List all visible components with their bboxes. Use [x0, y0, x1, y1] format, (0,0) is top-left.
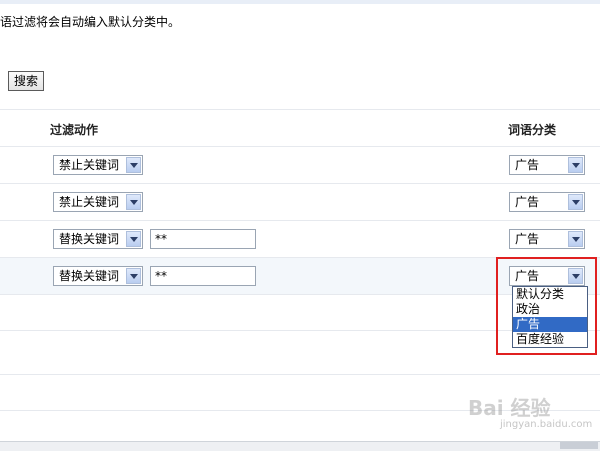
- action-select[interactable]: 禁止关键词: [53, 155, 143, 175]
- replacement-input[interactable]: **: [150, 229, 256, 249]
- action-select-value: 替换关键词: [59, 232, 120, 246]
- category-select[interactable]: 广告: [509, 229, 585, 249]
- category-select[interactable]: 广告: [509, 155, 585, 175]
- top-bar: [0, 0, 600, 4]
- chevron-down-icon[interactable]: [126, 157, 141, 173]
- chevron-down-icon[interactable]: [568, 231, 583, 247]
- category-select-value: 广告: [515, 158, 540, 172]
- category-select[interactable]: 广告: [509, 192, 585, 212]
- column-header-category: 词语分类: [508, 123, 557, 137]
- search-button[interactable]: 搜索: [8, 71, 44, 91]
- filter-notice: 语过滤将会自动编入默认分类中。: [0, 15, 181, 29]
- column-header-action: 过滤动作: [50, 123, 99, 137]
- replacement-input[interactable]: **: [150, 266, 256, 286]
- action-select[interactable]: 禁止关键词: [53, 192, 143, 212]
- divider: [0, 146, 600, 147]
- category-select-value: 广告: [515, 195, 540, 209]
- action-select-value: 禁止关键词: [59, 158, 120, 172]
- chevron-down-icon[interactable]: [126, 268, 141, 284]
- chevron-down-icon[interactable]: [568, 157, 583, 173]
- annotation-highlight-box: [496, 257, 597, 355]
- chevron-down-icon[interactable]: [126, 194, 141, 210]
- divider: [0, 183, 600, 184]
- chevron-down-icon[interactable]: [126, 231, 141, 247]
- scrollbar-thumb[interactable]: [560, 442, 598, 449]
- watermark-logo: Bai 经验: [468, 396, 551, 420]
- action-select-value: 替换关键词: [59, 269, 120, 283]
- chevron-down-icon[interactable]: [568, 194, 583, 210]
- action-select-value: 禁止关键词: [59, 195, 120, 209]
- divider: [0, 109, 600, 110]
- action-select[interactable]: 替换关键词: [53, 266, 143, 286]
- category-select-value: 广告: [515, 232, 540, 246]
- divider: [0, 374, 600, 375]
- divider: [0, 220, 600, 221]
- watermark-url: jingyan.baidu.com: [500, 419, 593, 430]
- action-select[interactable]: 替换关键词: [53, 229, 143, 249]
